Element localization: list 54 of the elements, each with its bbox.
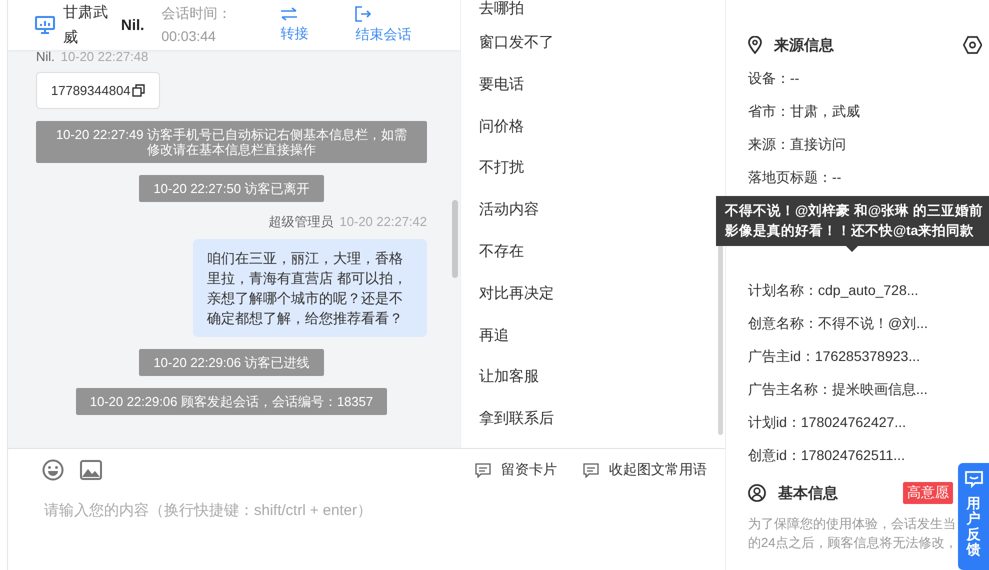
quick-reply-item[interactable]: 让加客服	[461, 356, 725, 398]
chat-bubble-icon	[583, 462, 599, 478]
info-field: 创意id：178024762511...	[748, 439, 955, 472]
quick-reply-item[interactable]: 拿到联系后	[461, 398, 725, 440]
user-circle-icon	[748, 484, 766, 502]
phone-number: 17789344804	[51, 83, 131, 98]
info-field: 计划id：178024762427...	[748, 406, 955, 439]
scrollbar-thumb[interactable]	[452, 200, 458, 278]
info-field: 创意名称：不得不说！@刘...	[748, 307, 955, 340]
section-title: 来源信息	[774, 36, 835, 54]
message-time: 10-20 22:27:48	[60, 50, 148, 64]
transfer-arrows-icon	[280, 7, 298, 21]
quick-reply-item[interactable]: 问价格	[461, 106, 725, 148]
system-notice: 10-20 22:27:50 访客已离开	[139, 175, 324, 202]
sender-name: 超级管理员	[268, 214, 334, 229]
info-field: 广告主id：176285378923...	[748, 340, 955, 373]
lead-card-button[interactable]: 留资卡片	[475, 461, 557, 479]
system-notice: 10-20 22:27:49 访客手机号已自动标记右侧基本信息栏，如需修改请在基本信息栏直接操作	[36, 121, 427, 163]
info-field: 广告主名称：提米映画信息...	[748, 373, 955, 406]
message-time: 10-20 22:27:42	[340, 214, 427, 229]
system-notice: 10-20 22:29:06 顾客发起会话，会话编号：18357	[76, 388, 388, 415]
exit-icon	[355, 6, 372, 22]
duration-label: 会话时间：	[161, 4, 232, 23]
feedback-button[interactable]: 用户反馈	[958, 463, 989, 570]
sender-name: Nil.	[36, 50, 55, 64]
quick-reply-item[interactable]: 去哪拍	[461, 0, 725, 22]
image-icon[interactable]	[80, 460, 102, 480]
intent-badge: 高意愿	[903, 482, 953, 504]
section-title: 基本信息	[778, 484, 839, 502]
info-field: 落地页标题：--	[748, 161, 955, 194]
feedback-icon	[964, 471, 982, 488]
message-bubble: 咱们在三亚，丽江，大理，香格里拉，青海有直营店 都可以拍，亲想了解哪个城市的呢？还是不确定都想了解，给您推荐看看？	[193, 239, 427, 337]
settings-icon[interactable]	[963, 36, 982, 54]
location-pin-icon	[748, 36, 762, 54]
chat-bubble-icon	[475, 462, 491, 478]
quick-reply-item[interactable]: 再追	[461, 314, 725, 356]
quick-reply-item[interactable]: 不打扰	[461, 147, 725, 190]
visitor-name: Nil.	[121, 16, 144, 34]
emoji-icon[interactable]	[42, 459, 64, 481]
monitor-icon	[35, 16, 55, 34]
system-notice: 10-20 22:29:06 访客已进线	[139, 349, 324, 376]
info-field: 来源：直接访问	[748, 128, 955, 161]
quick-reply-item[interactable]: 要电话	[461, 64, 725, 106]
collapse-phrases-button[interactable]: 收起图文常用语	[583, 461, 707, 479]
copy-icon[interactable]	[132, 84, 145, 97]
info-field: 设备：--	[748, 62, 955, 95]
quick-reply-item[interactable]: 窗口发不了	[461, 22, 725, 64]
session-duration: 00:03:44	[161, 27, 217, 46]
tooltip: 不得不说！@刘梓豪 和@张琳 的三亚婚前影像是真的好看！！还不快@ta来拍同款	[716, 196, 989, 252]
visitor-location: 甘肃武威	[63, 3, 109, 48]
info-field: 计划名称：cdp_auto_728...	[748, 274, 955, 307]
info-field: 省市：甘肃，武威	[748, 95, 955, 128]
quick-reply-item[interactable]: 对比再决定	[461, 272, 725, 315]
notice-text: 为了保障您的使用体验，会话发生当 的24点之后，顾客信息将无法修改，	[748, 515, 953, 552]
